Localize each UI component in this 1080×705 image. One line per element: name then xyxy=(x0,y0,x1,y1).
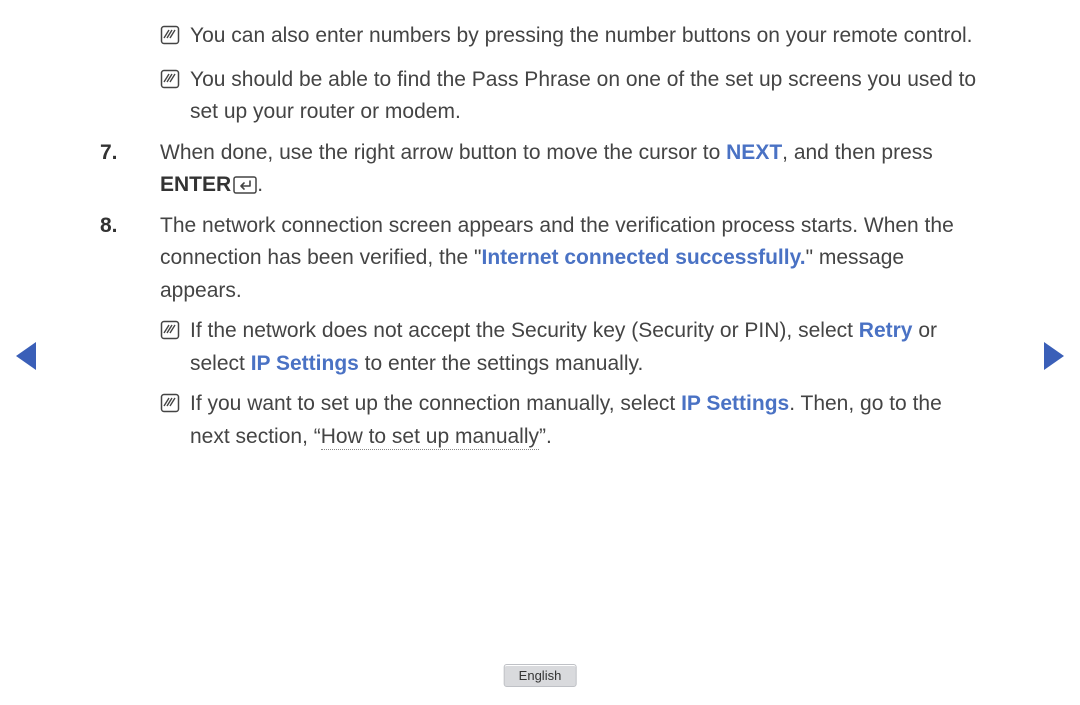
step-8: 8. The network connection screen appears… xyxy=(100,210,980,308)
language-indicator: English xyxy=(504,664,577,687)
step-text: When done, use the right arrow button to… xyxy=(160,137,980,202)
text-fragment: If the network does not accept the Secur… xyxy=(190,319,859,342)
success-message: Internet connected successfully. xyxy=(482,246,806,269)
note-text: If you want to set up the connection man… xyxy=(190,388,980,453)
note-text: You should be able to find the Pass Phra… xyxy=(190,64,980,129)
note-icon xyxy=(160,318,180,351)
ip-settings-label: IP Settings xyxy=(681,392,789,415)
manual-page-content: You can also enter numbers by pressing t… xyxy=(100,20,980,462)
text-fragment: . xyxy=(257,173,263,196)
enter-label: ENTER xyxy=(160,173,231,196)
note-item: You can also enter numbers by pressing t… xyxy=(160,20,980,56)
ip-settings-label: IP Settings xyxy=(251,352,359,375)
text-fragment: When done, use the right arrow button to… xyxy=(160,141,726,164)
note-text: You can also enter numbers by pressing t… xyxy=(190,20,980,53)
text-fragment: ”. xyxy=(539,425,552,448)
step-number: 8. xyxy=(100,210,160,243)
next-page-button[interactable] xyxy=(1042,340,1066,377)
note-icon xyxy=(160,23,180,56)
note-item: If you want to set up the connection man… xyxy=(160,388,980,453)
note-icon xyxy=(160,67,180,100)
manual-link: How to set up manually xyxy=(321,425,539,450)
text-fragment: , and then press xyxy=(782,141,933,164)
step-7: 7. When done, use the right arrow button… xyxy=(100,137,980,202)
enter-icon xyxy=(231,173,257,196)
retry-label: Retry xyxy=(859,319,913,342)
note-item: You should be able to find the Pass Phra… xyxy=(160,64,980,129)
note-text: If the network does not accept the Secur… xyxy=(190,315,980,380)
next-label: NEXT xyxy=(726,141,782,164)
text-fragment: to enter the settings manually. xyxy=(359,352,643,375)
text-fragment: If you want to set up the connection man… xyxy=(190,392,681,415)
step-text: The network connection screen appears an… xyxy=(160,210,980,308)
prev-page-button[interactable] xyxy=(14,340,38,377)
step-number: 7. xyxy=(100,137,160,170)
note-icon xyxy=(160,391,180,424)
note-item: If the network does not accept the Secur… xyxy=(160,315,980,380)
